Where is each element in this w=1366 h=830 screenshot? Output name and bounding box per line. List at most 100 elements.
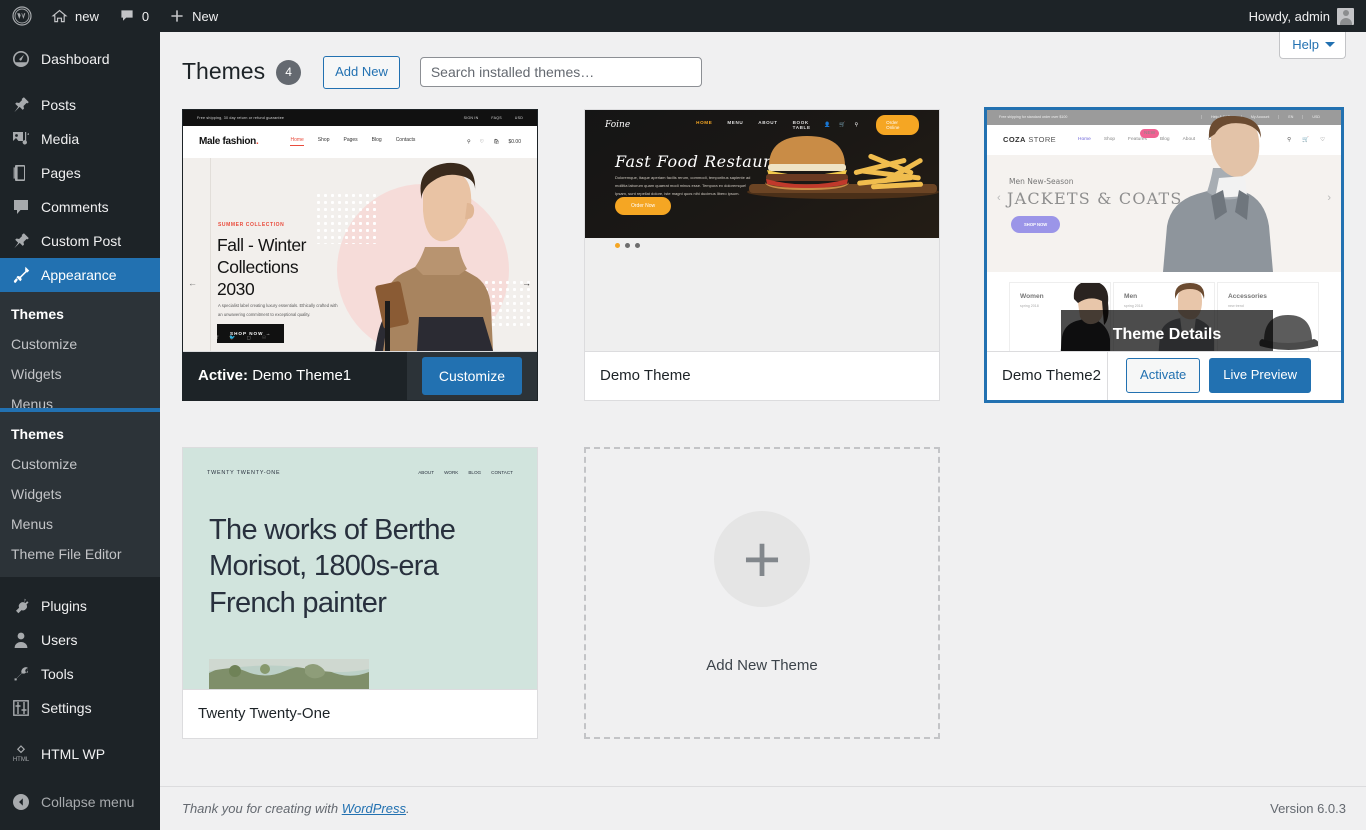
plug-icon [11, 596, 31, 616]
comments-count: 0 [141, 8, 150, 24]
instagram-icon: ◻ [246, 334, 251, 341]
tto-nav-work: WORK [444, 470, 459, 476]
submenu-item-themes[interactable]: Themes [0, 419, 160, 449]
theme-card-demo-theme[interactable]: Foine HOME MENU ABOUT BOOK TABLE 👤 🛒 ⚲ O… [584, 108, 940, 401]
sidebar-item-label: Appearance [41, 267, 117, 283]
comment-bubble-icon [11, 197, 31, 217]
tto-heading: The works of Berthe Morisot, 1800s-era F… [209, 513, 456, 619]
new-content-menu[interactable]: New [159, 0, 228, 32]
submenu-item-menus[interactable]: Menus [0, 509, 160, 539]
theme-details-button[interactable]: Theme Details [1061, 309, 1273, 351]
sidebar-item-label: Dashboard [41, 51, 110, 67]
submenu-item-menus[interactable]: Menus [0, 389, 160, 408]
mf-social-icons: f 🐦 ◻ ☉ [217, 335, 266, 341]
ff-logo: Foine [605, 119, 631, 130]
cz-nav-features: Features [1128, 137, 1147, 143]
comments-menu[interactable]: 0 [109, 0, 159, 32]
theme-card-active[interactable]: Free shipping, 30 day return or refund g… [182, 108, 538, 401]
cz-nav-home: Home [1078, 137, 1091, 143]
help-tab-button[interactable]: Help [1279, 32, 1346, 59]
collapse-menu-label: Collapse menu [41, 794, 135, 810]
facebook-icon: f [217, 334, 219, 341]
sidebar-item-posts[interactable]: Posts [0, 88, 160, 122]
howdy-label: Howdy, admin [1248, 8, 1330, 24]
mf-faqs: FAQS [491, 115, 502, 120]
submenu-item-themes[interactable]: Themes [0, 299, 160, 329]
sidebar-item-custom-post[interactable]: Custom Post [0, 224, 160, 258]
theme-actions: Customize [406, 351, 537, 400]
sidebar-item-comments[interactable]: Comments [0, 190, 160, 224]
mf-topbar: Free shipping, 30 day return or refund g… [183, 109, 537, 126]
submenu-item-widgets[interactable]: Widgets [0, 479, 160, 509]
theme-card-footer: Twenty Twenty-One [183, 689, 537, 738]
theme-grid: Free shipping, 30 day return or refund g… [160, 89, 1350, 739]
sidebar-item-media[interactable]: Media [0, 122, 160, 156]
twitter-icon: 🐦 [229, 334, 236, 341]
tto-nav-contact: CONTACT [491, 470, 513, 476]
twentytwentyone-mock: TWENTY TWENTY-ONE ABOUT WORK BLOG CONTAC… [183, 447, 537, 689]
footer-thanks: Thank you for creating with WordPress. [182, 801, 410, 816]
site-name-menu[interactable]: new [41, 0, 109, 32]
ff-hero: Foine HOME MENU ABOUT BOOK TABLE 👤 🛒 ⚲ O… [585, 109, 939, 248]
ff-nav-home: HOME [696, 119, 713, 125]
admin-bar: new 0 New Howdy, admin [0, 0, 1366, 32]
admin-bar-right: Howdy, admin [1239, 0, 1366, 32]
cz-cta-button: SHOP NOW [1011, 215, 1061, 233]
cz-topbar-left: Free shipping for standard order over $1… [999, 115, 1068, 120]
sidebar-item-dashboard[interactable]: Dashboard [0, 42, 160, 76]
tto-nav-blog: BLOG [468, 470, 482, 476]
add-new-button[interactable]: Add New [323, 56, 400, 89]
sidebar-item-label: Comments [41, 199, 109, 215]
sidebar-item-users[interactable]: Users [0, 623, 160, 657]
home-icon [51, 8, 68, 25]
sidebar-item-tools[interactable]: Tools [0, 657, 160, 691]
sidebar-item-appearance[interactable]: Appearance [0, 258, 160, 292]
theme-name-label: Demo Theme1 [252, 367, 352, 385]
mf-next-arrow: → [522, 277, 531, 288]
theme-card-footer: Demo Theme [585, 351, 939, 400]
theme-card-twenty-twenty-one[interactable]: TWENTY TWENTY-ONE ABOUT WORK BLOG CONTAC… [182, 446, 538, 739]
submenu-item-customize[interactable]: Customize [0, 329, 160, 359]
tto-logo: TWENTY TWENTY-ONE [207, 469, 281, 476]
media-icon [11, 129, 31, 149]
submenu-item-theme-file-editor[interactable]: Theme File Editor [0, 539, 160, 569]
submenu-item-customize[interactable]: Customize [0, 449, 160, 479]
theme-screenshot[interactable]: Foine HOME MENU ABOUT BOOK TABLE 👤 🛒 ⚲ O… [585, 109, 939, 352]
wordpress-link[interactable]: WordPress [342, 801, 406, 816]
theme-screenshot[interactable]: TWENTY TWENTY-ONE ABOUT WORK BLOG CONTAC… [183, 447, 537, 690]
sidebar-item-plugins[interactable]: Plugins [0, 589, 160, 623]
wordpress-logo-icon [12, 6, 32, 26]
sidebar-item-label: Plugins [41, 598, 87, 614]
theme-card-demo-theme2[interactable]: Free shipping for standard order over $1… [986, 108, 1342, 401]
customize-button[interactable]: Customize [421, 356, 522, 395]
add-new-theme-card[interactable]: + Add New Theme [584, 446, 940, 739]
cz-next-arrow: › [1327, 191, 1331, 204]
search-input[interactable] [419, 57, 702, 88]
mf-nav-pages: Pages [343, 137, 358, 144]
tto-painting-image [209, 658, 369, 689]
mf-signin: SIGN IN [463, 115, 479, 120]
sidebar-item-html-wp[interactable]: HTML HTML WP [0, 737, 160, 771]
dashboard-icon [11, 49, 31, 69]
collapse-menu-button[interactable]: Collapse menu [0, 785, 160, 819]
mf-nav-shop: Shop [317, 137, 330, 144]
mf-nav-contacts: Contacts [395, 137, 416, 144]
submenu-item-widgets[interactable]: Widgets [0, 359, 160, 389]
activate-button[interactable]: Activate [1126, 358, 1201, 394]
wordpress-logo-menu[interactable] [0, 0, 41, 32]
active-prefix: Active: [198, 367, 249, 385]
mf-topbar-left: Free shipping, 30 day return or refund g… [197, 115, 285, 120]
sidebar-item-settings[interactable]: Settings [0, 691, 160, 725]
live-preview-button[interactable]: Live Preview [1209, 358, 1311, 394]
theme-screenshot[interactable]: Free shipping, 30 day return or refund g… [183, 109, 537, 352]
theme-screenshot[interactable]: Free shipping for standard order over $1… [987, 109, 1341, 352]
page-icon [11, 163, 31, 183]
mf-kicker: SUMMER COLLECTION [218, 221, 285, 228]
theme-name-label: Demo Theme2 [1002, 367, 1101, 385]
mf-model-photo [375, 162, 493, 351]
sidebar-item-pages[interactable]: Pages [0, 156, 160, 190]
my-account-menu[interactable]: Howdy, admin [1239, 0, 1358, 32]
cz-kicker: Men New-Season [1009, 176, 1074, 186]
male-fashion-mock: Free shipping, 30 day return or refund g… [183, 109, 537, 351]
pin-icon [11, 95, 31, 115]
